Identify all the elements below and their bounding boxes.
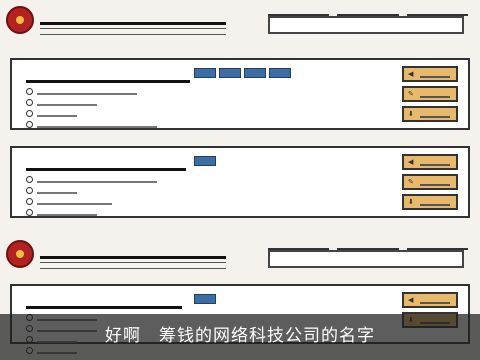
edit-icon: ✎ xyxy=(408,178,414,186)
bullet-icon xyxy=(26,99,33,106)
site-title xyxy=(40,242,226,259)
status-badge xyxy=(219,68,241,78)
bullet-icon xyxy=(26,176,33,183)
bullet-icon xyxy=(26,88,33,95)
site-header xyxy=(0,234,480,278)
video-caption: 好啊 筹钱的网络科技公司的名字 xyxy=(105,326,375,346)
company-name-link[interactable] xyxy=(26,66,190,83)
company-name-link[interactable] xyxy=(26,292,182,309)
share-button[interactable]: ◀ xyxy=(402,66,458,82)
info-row xyxy=(26,86,157,97)
status-badge xyxy=(244,68,266,78)
share-icon: ◀ xyxy=(408,296,414,304)
site-subtitle xyxy=(40,28,226,35)
search-tab-1[interactable] xyxy=(268,6,330,16)
bullet-icon xyxy=(26,209,33,216)
search-input[interactable] xyxy=(268,250,464,268)
national-emblem-icon xyxy=(6,6,34,34)
search-input[interactable] xyxy=(268,16,464,34)
search-type-tabs xyxy=(268,6,468,16)
status-badges xyxy=(194,156,216,166)
share-button[interactable]: ◀ xyxy=(402,292,458,308)
edit-button[interactable]: ✎ xyxy=(402,86,458,102)
download-icon: ⬇ xyxy=(408,198,414,206)
status-badge xyxy=(194,68,216,78)
info-row xyxy=(26,207,157,218)
search-tab-3[interactable] xyxy=(406,6,468,16)
bullet-icon xyxy=(26,198,33,205)
status-badge xyxy=(194,294,216,304)
download-icon: ⬇ xyxy=(408,110,414,118)
search-tab-2[interactable] xyxy=(337,6,399,16)
site-header xyxy=(0,0,480,44)
status-badges xyxy=(194,294,216,304)
share-button[interactable]: ◀ xyxy=(402,154,458,170)
site-subtitle xyxy=(40,262,226,269)
bullet-icon xyxy=(26,110,33,117)
status-badge xyxy=(194,156,216,166)
national-emblem-icon xyxy=(6,240,34,268)
download-button[interactable]: ⬇ xyxy=(402,106,458,122)
info-row xyxy=(26,119,157,130)
download-button[interactable]: ⬇ xyxy=(402,194,458,210)
share-icon: ◀ xyxy=(408,158,414,166)
company-name-link[interactable] xyxy=(26,154,186,171)
search-type-tabs xyxy=(268,240,468,250)
search-tab-1[interactable] xyxy=(268,240,330,250)
company-info-list xyxy=(26,86,157,130)
search-tab-3[interactable] xyxy=(406,240,468,250)
site-title xyxy=(40,8,226,25)
bullet-icon xyxy=(26,121,33,128)
share-icon: ◀ xyxy=(408,70,414,78)
status-badges xyxy=(194,68,291,78)
card-actions: ◀ ✎ ⬇ xyxy=(402,154,458,210)
info-row xyxy=(26,174,157,185)
edit-icon: ✎ xyxy=(408,90,414,98)
info-row xyxy=(26,196,157,207)
card-actions: ◀ ✎ ⬇ xyxy=(402,66,458,122)
search-tab-2[interactable] xyxy=(337,240,399,250)
company-card: ◀ ✎ ⬇ xyxy=(10,58,470,130)
info-row xyxy=(26,108,157,119)
bullet-icon xyxy=(26,187,33,194)
info-row xyxy=(26,97,157,108)
status-badge xyxy=(269,68,291,78)
company-info-list xyxy=(26,174,157,218)
info-row xyxy=(26,185,157,196)
company-card: ◀ ✎ ⬇ xyxy=(10,146,470,218)
edit-button[interactable]: ✎ xyxy=(402,174,458,190)
